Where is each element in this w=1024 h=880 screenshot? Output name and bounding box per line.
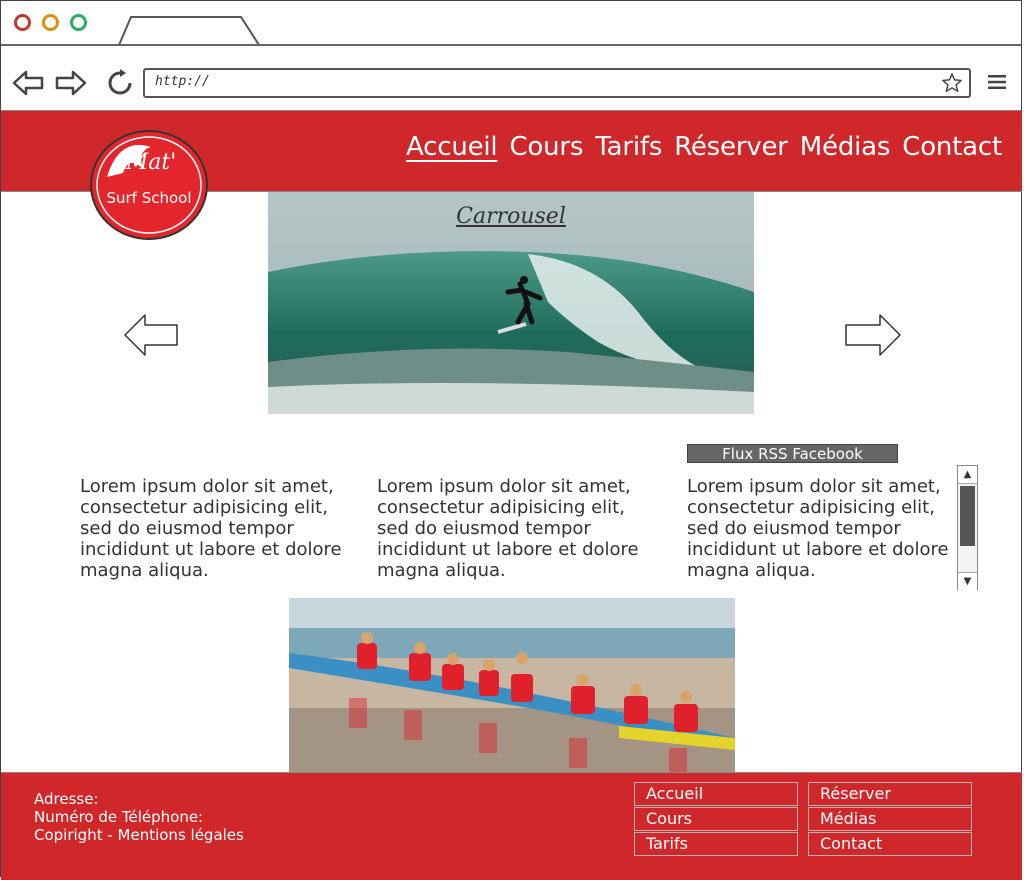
nav-link-contact[interactable]: Contact [896,132,1008,162]
footer-link-accueil[interactable]: Accueil [634,782,798,806]
close-window-button[interactable] [14,14,31,31]
scroll-thumb[interactable] [960,486,975,546]
surf-school-logo[interactable]: Mat' Surf School [89,129,209,241]
carousel[interactable]: Carrousel [268,192,754,414]
nav-link-accueil[interactable]: Accueil [400,132,503,162]
browser-tab[interactable] [117,15,261,45]
arrow-left-icon[interactable] [123,313,179,357]
minimize-window-button[interactable] [42,14,59,31]
address-bar[interactable]: http:// [143,68,971,98]
reload-icon[interactable] [104,69,136,97]
footer-legal-link[interactable]: Copiright - Mentions légales [34,826,244,844]
scroll-up-button[interactable]: ▲ [958,466,977,484]
scroll-down-button[interactable]: ▼ [958,572,977,590]
back-arrow-icon[interactable] [12,69,44,97]
surf-class-photo [289,598,735,772]
footer-address: Adresse: [34,790,99,808]
star-icon[interactable] [941,72,963,94]
main-navigation: Accueil Cours Tarifs Réserver Médias Con… [400,132,1008,162]
maximize-window-button[interactable] [70,14,87,31]
nav-link-medias[interactable]: Médias [794,132,896,162]
rss-scrollbar[interactable]: ▲ ▼ [957,465,978,590]
nav-link-tarifs[interactable]: Tarifs [589,132,668,162]
arrow-right-icon[interactable] [844,313,902,357]
logo-text-bottom: Surf School [106,189,191,207]
logo-text-top: Mat' [125,150,177,175]
footer-info: Adresse: Numéro de Téléphone: Copiright … [34,790,244,844]
text-column-1: Lorem ipsum dolor sit amet, consectetur … [80,476,342,581]
forward-arrow-icon[interactable] [55,69,87,97]
nav-link-cours[interactable]: Cours [503,132,589,162]
footer-link-reserver[interactable]: Réserver [808,782,972,806]
hamburger-menu-icon[interactable] [988,74,1006,90]
tab-bar-divider [1,44,1021,46]
address-text: http:// [155,74,210,89]
carousel-title: Carrousel [456,204,566,229]
footer-link-medias[interactable]: Médias [808,807,972,831]
rss-facebook-label: Flux RSS Facebook [687,444,898,463]
text-column-2: Lorem ipsum dolor sit amet, consectetur … [377,476,639,581]
rss-feed-text: Lorem ipsum dolor sit amet, consectetur … [687,476,949,581]
footer-phone: Numéro de Téléphone: [34,808,204,826]
footer-link-cours[interactable]: Cours [634,807,798,831]
footer-link-tarifs[interactable]: Tarifs [634,832,798,856]
nav-link-reserver[interactable]: Réserver [668,132,794,162]
footer-link-contact[interactable]: Contact [808,832,972,856]
footer-links-table: Accueil Cours Tarifs Réserver Médias Con… [634,782,974,857]
